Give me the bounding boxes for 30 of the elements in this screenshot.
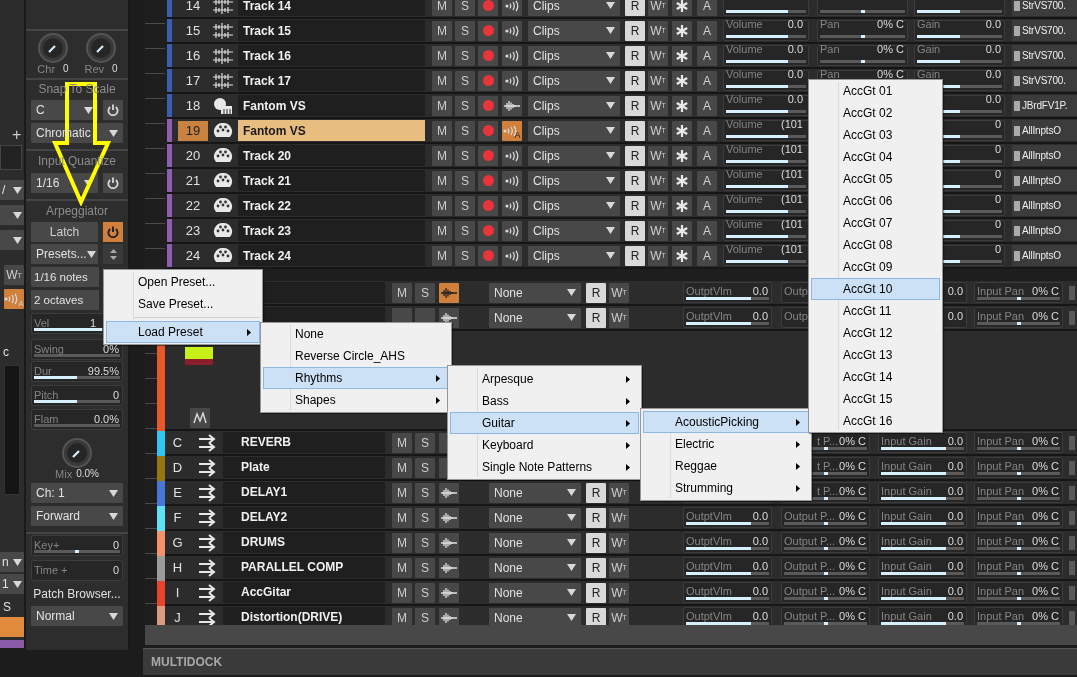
knob-label: Chr — [37, 63, 56, 75]
bus-letter: G — [171, 535, 184, 550]
knob-label: Rev — [84, 63, 104, 75]
track-number: 15 — [184, 22, 202, 40]
bus-letter: C — [171, 435, 184, 450]
track-number: 14 — [184, 0, 202, 15]
track-number: 17 — [184, 72, 202, 90]
bus-letter: J — [173, 610, 182, 625]
knob-value: 0 — [112, 63, 118, 75]
bus-letter: D — [171, 460, 184, 475]
track-number: 20 — [184, 147, 202, 165]
bus-letter: I — [174, 585, 181, 600]
track-number: 21 — [184, 172, 202, 190]
bus-letter: H — [171, 560, 184, 575]
dock-title: MULTIDOCK — [150, 654, 224, 669]
knob-label: Mix — [55, 468, 73, 480]
knob-value: 0 — [63, 63, 69, 75]
plus-icon: + — [12, 128, 22, 142]
knob-value: 0.0% — [76, 468, 99, 480]
track-number: 24 — [184, 247, 202, 265]
bus-letter: F — [172, 510, 183, 525]
label: S — [2, 600, 12, 614]
track-number: 22 — [184, 197, 202, 215]
track-number: 23 — [184, 222, 202, 240]
track-number: 16 — [184, 47, 202, 65]
label: c — [2, 345, 10, 359]
bus-letter: E — [172, 485, 183, 500]
track-number: 18 — [184, 97, 202, 115]
track-number: 19 — [178, 120, 208, 141]
section-title: Arpeggiator — [45, 204, 108, 219]
